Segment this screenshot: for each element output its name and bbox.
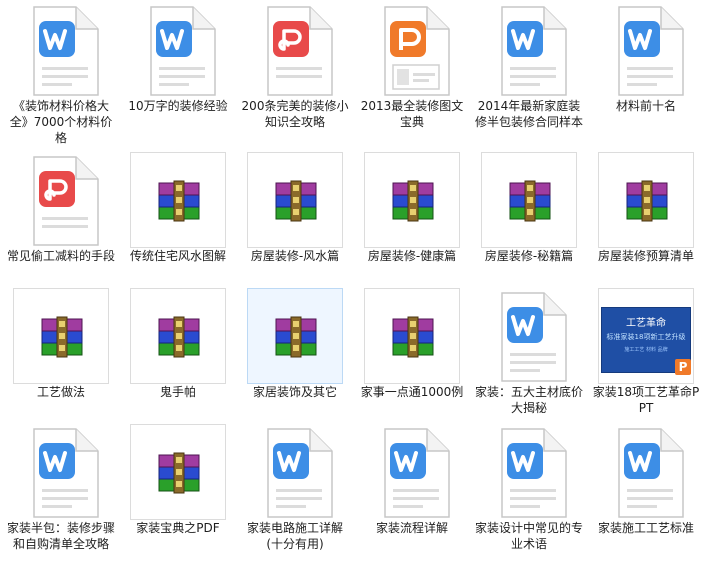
word-document-icon	[481, 424, 577, 520]
word-document-icon	[481, 2, 577, 98]
file-label: 房屋装修-健康篇	[367, 249, 457, 263]
file-item[interactable]: 家装电路施工详解(十分有用)	[240, 424, 350, 559]
ppt-thumbnail-icon: 工艺革命 标准家装18项新工艺升级 施工工艺 材料 品牌 P	[598, 288, 694, 384]
file-label: 房屋装修-秘籍篇	[484, 249, 574, 263]
file-item[interactable]: 房屋装修-健康篇	[357, 152, 467, 287]
rar-archive-icon	[364, 152, 460, 248]
file-item[interactable]: 传统住宅风水图解	[123, 152, 233, 287]
rar-archive-icon	[598, 152, 694, 248]
file-label: 家事一点通1000例	[360, 385, 464, 399]
file-label: 家装流程详解	[375, 521, 448, 535]
rar-archive-icon	[130, 424, 226, 520]
pdf-document-icon	[13, 152, 109, 248]
file-item[interactable]: 房屋装修-秘籍篇	[474, 152, 584, 287]
file-item[interactable]: 家装半包：装修步骤和自购清单全攻略	[6, 424, 116, 559]
file-label: 家装施工工艺标准	[597, 521, 694, 535]
file-item[interactable]: 家装宝典之PDF	[123, 424, 233, 559]
word-document-icon	[13, 2, 109, 98]
file-label: 家装宝典之PDF	[136, 521, 220, 535]
file-item[interactable]: 常见偷工减料的手段	[6, 152, 116, 287]
file-item[interactable]: 房屋装修预算清单	[591, 152, 701, 287]
file-item[interactable]: 家装：五大主材底价大揭秘	[474, 288, 584, 423]
file-item[interactable]: 鬼手帕	[123, 288, 233, 423]
file-item[interactable]: 《装饰材料价格大全》7000个材料价格	[6, 2, 116, 145]
file-item[interactable]: 200条完美的装修小知识全攻略	[240, 2, 350, 137]
file-label: 家装电路施工详解(十分有用)	[246, 521, 343, 551]
word-document-icon	[130, 2, 226, 98]
file-label: 2013最全装修图文宝典	[360, 99, 464, 129]
file-label: 2014年最新家庭装修半包装修合同样本	[474, 99, 583, 129]
rar-archive-icon	[130, 152, 226, 248]
pdf-document-icon	[247, 2, 343, 98]
ppt-thumb-title: 工艺革命	[626, 318, 666, 329]
rar-archive-icon	[13, 288, 109, 384]
word-document-icon	[13, 424, 109, 520]
file-label: 传统住宅风水图解	[129, 249, 226, 263]
file-item[interactable]: 房屋装修-风水篇	[240, 152, 350, 287]
file-item[interactable]: 2013最全装修图文宝典	[357, 2, 467, 137]
file-item[interactable]: 家装施工工艺标准	[591, 424, 701, 559]
ppt-thumb-footer: 施工工艺 材料 品牌	[624, 347, 668, 353]
file-label: 材料前十名	[615, 99, 676, 113]
file-item[interactable]: 工艺革命 标准家装18项新工艺升级 施工工艺 材料 品牌 P 家装18项工艺革命P…	[591, 288, 701, 423]
rar-archive-icon	[364, 288, 460, 384]
file-label: 房屋装修预算清单	[597, 249, 694, 263]
file-label: 家装半包：装修步骤和自购清单全攻略	[6, 521, 115, 551]
file-item[interactable]: 材料前十名	[591, 2, 701, 137]
file-item[interactable]: 家装设计中常见的专业术语	[474, 424, 584, 559]
word-document-icon	[598, 424, 694, 520]
file-label: 家装设计中常见的专业术语	[474, 521, 583, 551]
word-document-icon	[598, 2, 694, 98]
file-label: 房屋装修-风水篇	[250, 249, 340, 263]
rar-archive-icon	[247, 288, 343, 384]
file-label: 工艺做法	[36, 385, 85, 399]
rar-archive-icon	[247, 152, 343, 248]
rar-archive-icon	[481, 152, 577, 248]
file-label: 常见偷工减料的手段	[6, 249, 115, 263]
file-label: 《装饰材料价格大全》7000个材料价格	[9, 99, 113, 145]
file-label: 家居装饰及其它	[252, 385, 337, 399]
word-document-icon	[481, 288, 577, 384]
file-item[interactable]: 2014年最新家庭装修半包装修合同样本	[474, 2, 584, 137]
file-item[interactable]: 工艺做法	[6, 288, 116, 423]
file-item[interactable]: 家装流程详解	[357, 424, 467, 559]
ppt-thumb-subtitle: 标准家装18项新工艺升级	[606, 333, 686, 341]
file-label: 家装：五大主材底价大揭秘	[474, 385, 583, 415]
file-label: 200条完美的装修小知识全攻略	[241, 99, 349, 129]
ppt-badge-icon: P	[675, 359, 691, 375]
word-document-icon	[247, 424, 343, 520]
rar-archive-icon	[130, 288, 226, 384]
word-document-icon	[364, 424, 460, 520]
file-item[interactable]: 家居装饰及其它	[240, 288, 350, 423]
file-label: 10万字的装修经验	[128, 99, 228, 113]
file-item[interactable]: 家事一点通1000例	[357, 288, 467, 423]
file-grid: 《装饰材料价格大全》7000个材料价格 10万字的装修经验 200条完美的装修小…	[0, 0, 712, 570]
file-label: 鬼手帕	[159, 385, 196, 399]
file-item[interactable]: 10万字的装修经验	[123, 2, 233, 137]
file-label: 家装18项工艺革命PPT	[592, 385, 700, 415]
ppt-document-icon	[364, 2, 460, 98]
